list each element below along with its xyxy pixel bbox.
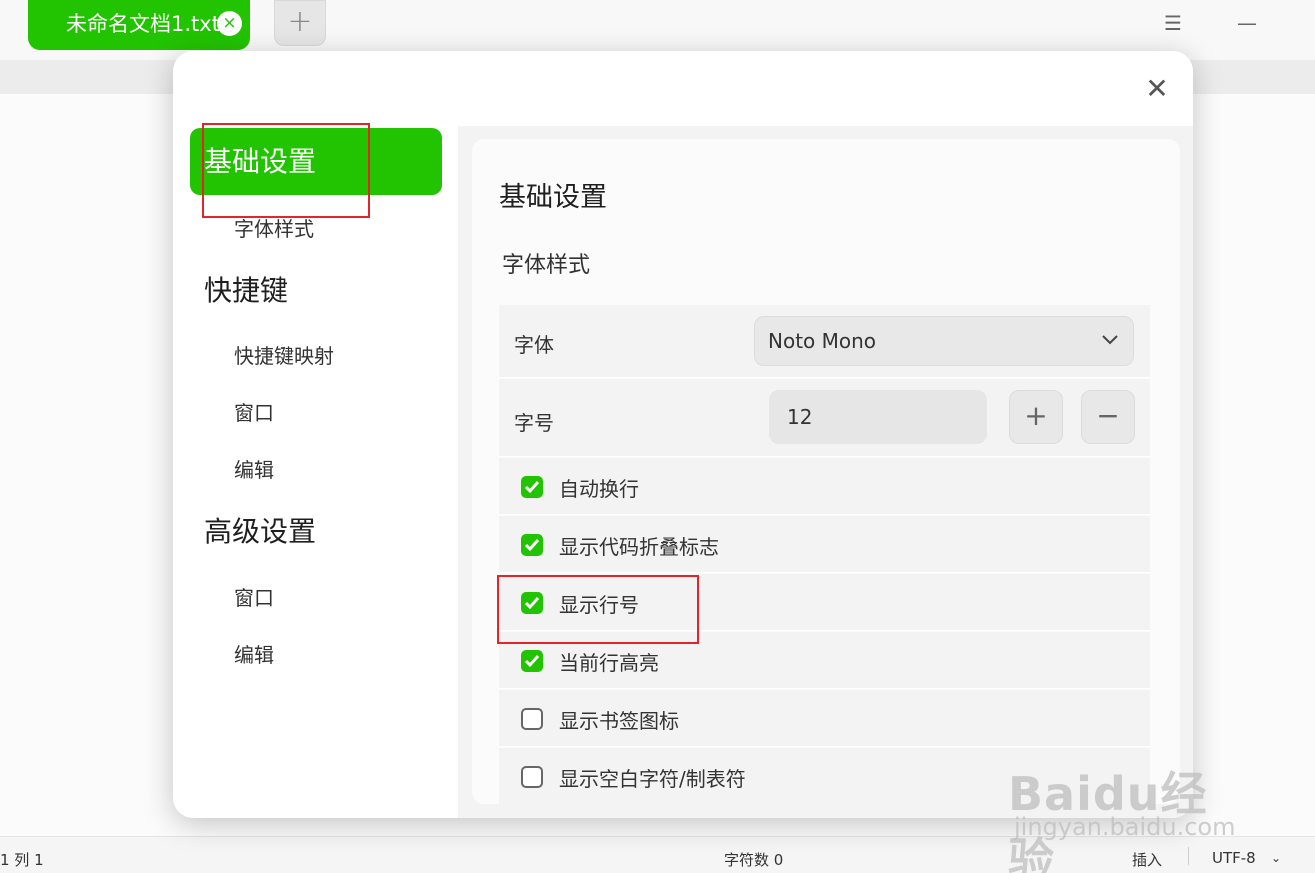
sidebar-group-basic[interactable]: 基础设置	[190, 128, 442, 195]
option-label: 显示代码折叠标志	[559, 535, 719, 559]
sidebar-item-adv-window[interactable]: 窗口	[234, 582, 274, 611]
baidu-watermark: Baidu经验 jingyan.baidu.com	[1008, 733, 1248, 873]
page-title: 基础设置	[499, 182, 607, 213]
sidebar-item-edit[interactable]: 编辑	[234, 454, 274, 483]
font-size-row: 字号 12 + −	[499, 379, 1150, 457]
checkbox-checked-icon[interactable]	[521, 650, 543, 672]
char-count: 字符数 0	[724, 851, 784, 869]
checkbox-checked-icon[interactable]	[521, 534, 543, 556]
option-label: 自动换行	[559, 477, 639, 501]
minimize-icon[interactable]: —	[1232, 10, 1262, 36]
checkbox-unchecked-icon[interactable]	[521, 766, 543, 788]
decrease-size-button[interactable]: −	[1081, 390, 1135, 444]
option-label: 当前行高亮	[559, 651, 659, 675]
option-row[interactable]: 显示代码折叠标志	[499, 516, 1150, 573]
font-row: 字体 Noto Mono	[499, 305, 1150, 378]
chevron-down-icon	[1101, 317, 1119, 384]
cursor-position: 1 列 1	[0, 851, 44, 869]
font-select[interactable]: Noto Mono	[754, 316, 1134, 366]
sidebar-group-advanced[interactable]: 高级设置	[190, 498, 442, 565]
checkbox-unchecked-icon[interactable]	[521, 708, 543, 730]
title-bar: 未命名文档1.txt × + ☰ —	[0, 0, 1315, 50]
checkbox-checked-icon[interactable]	[521, 592, 543, 614]
settings-dialog: ✕ 基础设置 字体样式 快捷键 快捷键映射 窗口 编辑 高级设置 窗口 编辑 基…	[173, 51, 1193, 818]
sidebar-item-window[interactable]: 窗口	[234, 397, 274, 426]
close-icon[interactable]: ✕	[1143, 75, 1171, 103]
section-title: 字体样式	[502, 253, 591, 278]
font-size-label: 字号	[514, 411, 554, 435]
font-select-value: Noto Mono	[768, 329, 877, 353]
sidebar-item-adv-edit[interactable]: 编辑	[234, 639, 274, 668]
font-label: 字体	[514, 333, 554, 357]
increase-size-button[interactable]: +	[1009, 390, 1063, 444]
document-tab-title: 未命名文档1.txt	[66, 12, 220, 36]
menu-icon[interactable]: ☰	[1160, 10, 1186, 36]
chevron-down-icon[interactable]: ⌄	[1271, 851, 1281, 865]
sidebar-group-shortcuts[interactable]: 快捷键	[190, 257, 442, 324]
option-row[interactable]: 显示行号	[499, 574, 1150, 631]
settings-sidebar: 基础设置 字体样式 快捷键 快捷键映射 窗口 编辑 高级设置 窗口 编辑	[173, 126, 458, 818]
tab-close-icon[interactable]: ×	[217, 11, 242, 36]
settings-content: 基础设置 字体样式 字体 Noto Mono 字号 12 + − 自动换行 显示…	[472, 139, 1180, 804]
checkbox-checked-icon[interactable]	[521, 476, 543, 498]
font-size-input[interactable]: 12	[769, 390, 987, 444]
sidebar-item-shortcut-map[interactable]: 快捷键映射	[234, 340, 334, 369]
option-label: 显示行号	[559, 593, 639, 617]
option-label: 显示书签图标	[559, 709, 679, 733]
option-label: 显示空白字符/制表符	[559, 767, 746, 791]
watermark-url: jingyan.baidu.com	[1014, 813, 1236, 841]
sidebar-item-font-style[interactable]: 字体样式	[234, 213, 314, 242]
option-row[interactable]: 当前行高亮	[499, 632, 1150, 689]
option-row[interactable]: 自动换行	[499, 458, 1150, 515]
new-tab-button[interactable]: +	[274, 0, 326, 46]
